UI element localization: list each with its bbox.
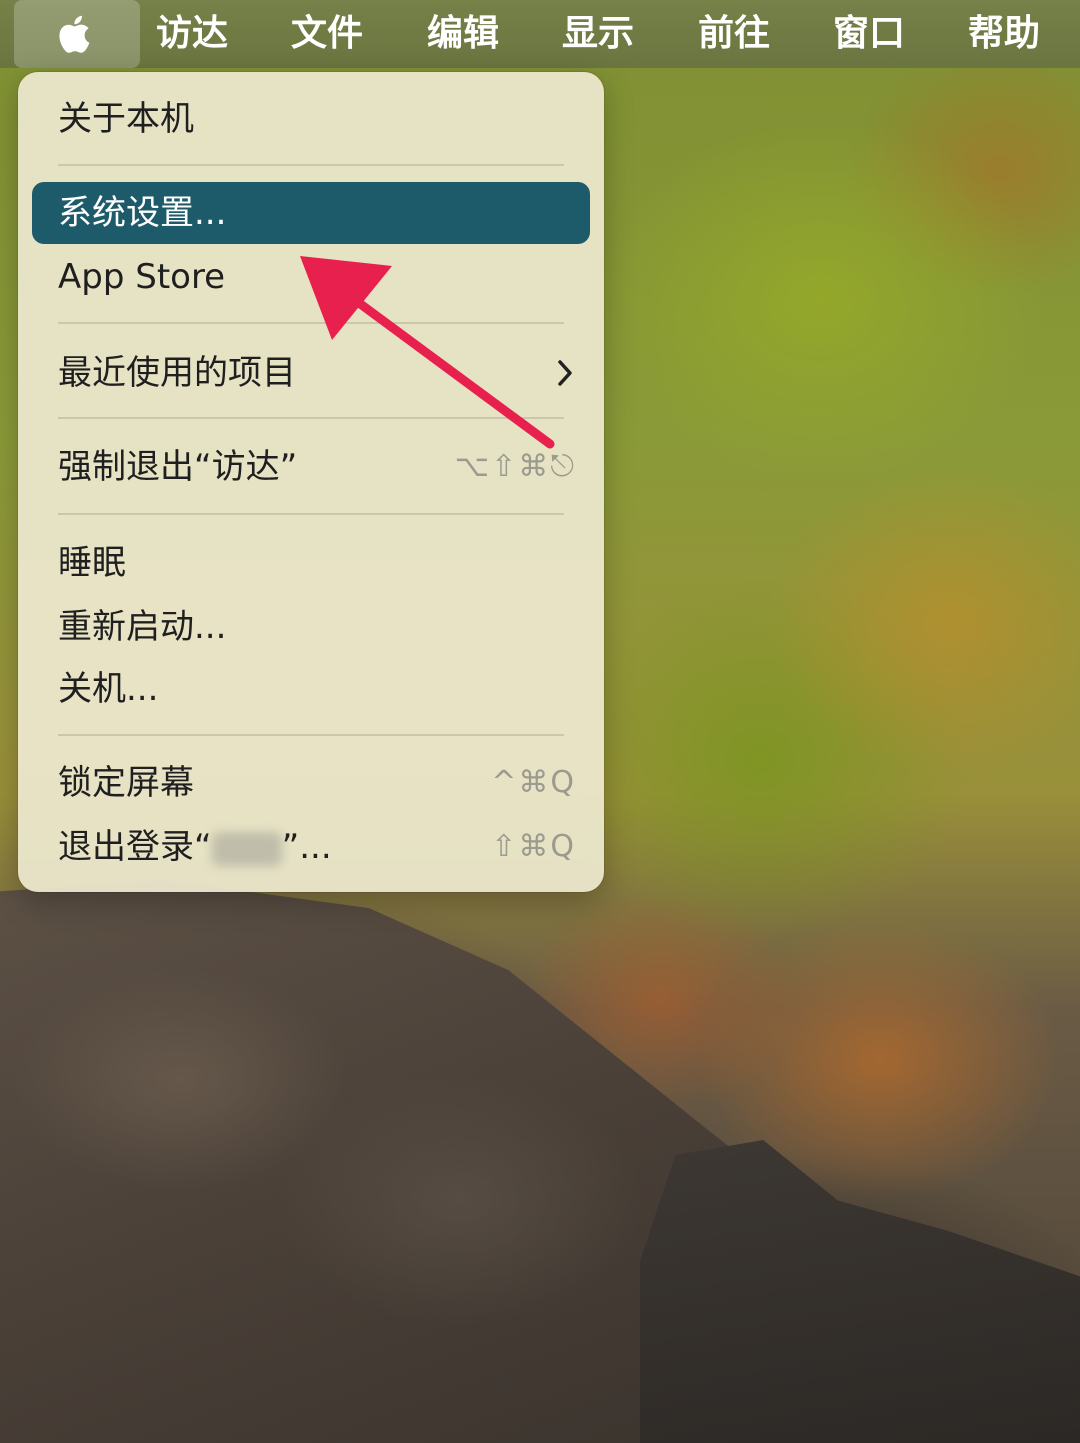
menu-item-label: 关机... bbox=[58, 669, 159, 709]
menu-item-about-this-mac[interactable]: 关于本机 bbox=[32, 88, 590, 150]
menu-separator bbox=[58, 164, 564, 166]
keyboard-shortcut: ^⌘Q bbox=[491, 765, 576, 800]
apple-logo-icon bbox=[59, 15, 90, 53]
menubar-item-finder[interactable]: 访达 bbox=[156, 0, 228, 68]
menu-item-label: 最近使用的项目 bbox=[58, 353, 296, 393]
menubar-item-go[interactable]: 前往 bbox=[698, 0, 770, 68]
menu-item-label: 锁定屏幕 bbox=[58, 763, 194, 803]
menu-item-force-quit[interactable]: 强制退出“访达” ⌥⇧⌘⎋ bbox=[32, 436, 590, 498]
menubar-item-view[interactable]: 显示 bbox=[562, 0, 634, 68]
menubar-item-help[interactable]: 帮助 bbox=[968, 0, 1040, 68]
log-out-label-prefix: 退出登录“ bbox=[58, 827, 212, 867]
menubar-item-edit[interactable]: 编辑 bbox=[427, 0, 499, 68]
log-out-label-suffix: ”... bbox=[281, 827, 332, 867]
menu-item-app-store[interactable]: App Store bbox=[32, 246, 590, 308]
apple-menu-button[interactable] bbox=[14, 0, 140, 68]
menu-separator bbox=[58, 417, 564, 419]
menu-bar: 访达 文件 编辑 显示 前往 窗口 帮助 bbox=[0, 0, 1080, 68]
menu-item-system-settings[interactable]: 系统设置... bbox=[32, 182, 590, 244]
menu-item-label: App Store bbox=[58, 257, 226, 297]
menu-item-recent-items[interactable]: 最近使用的项目 bbox=[32, 342, 590, 404]
menu-separator bbox=[58, 513, 564, 515]
menu-item-lock-screen[interactable]: 锁定屏幕 ^⌘Q bbox=[32, 752, 590, 814]
menu-item-log-out[interactable]: 退出登录“ ”... ⇧⌘Q bbox=[32, 816, 590, 878]
menu-separator bbox=[58, 322, 564, 324]
menu-item-label: 强制退出“访达” bbox=[58, 447, 298, 487]
menu-item-label: 关于本机 bbox=[58, 99, 194, 139]
redacted-username bbox=[211, 831, 282, 866]
chevron-right-icon bbox=[554, 342, 576, 404]
apple-menu-dropdown: 关于本机 系统设置... App Store 最近使用的项目 强制退出“访达” … bbox=[18, 72, 604, 892]
menu-item-sleep[interactable]: 睡眠 bbox=[32, 532, 590, 594]
menu-item-label: 系统设置... bbox=[58, 193, 227, 233]
menu-item-shut-down[interactable]: 关机... bbox=[32, 658, 590, 720]
menu-item-label: 重新启动... bbox=[58, 607, 227, 647]
menu-item-label: 退出登录“ ”... bbox=[58, 816, 332, 878]
menu-item-restart[interactable]: 重新启动... bbox=[32, 596, 590, 658]
menu-item-label: 睡眠 bbox=[58, 543, 126, 583]
menubar-item-file[interactable]: 文件 bbox=[291, 0, 363, 68]
menubar-item-window[interactable]: 窗口 bbox=[833, 0, 905, 68]
menu-separator bbox=[58, 734, 564, 736]
keyboard-shortcut: ⇧⌘Q bbox=[491, 829, 576, 864]
keyboard-shortcut: ⌥⇧⌘⎋ bbox=[454, 449, 576, 484]
